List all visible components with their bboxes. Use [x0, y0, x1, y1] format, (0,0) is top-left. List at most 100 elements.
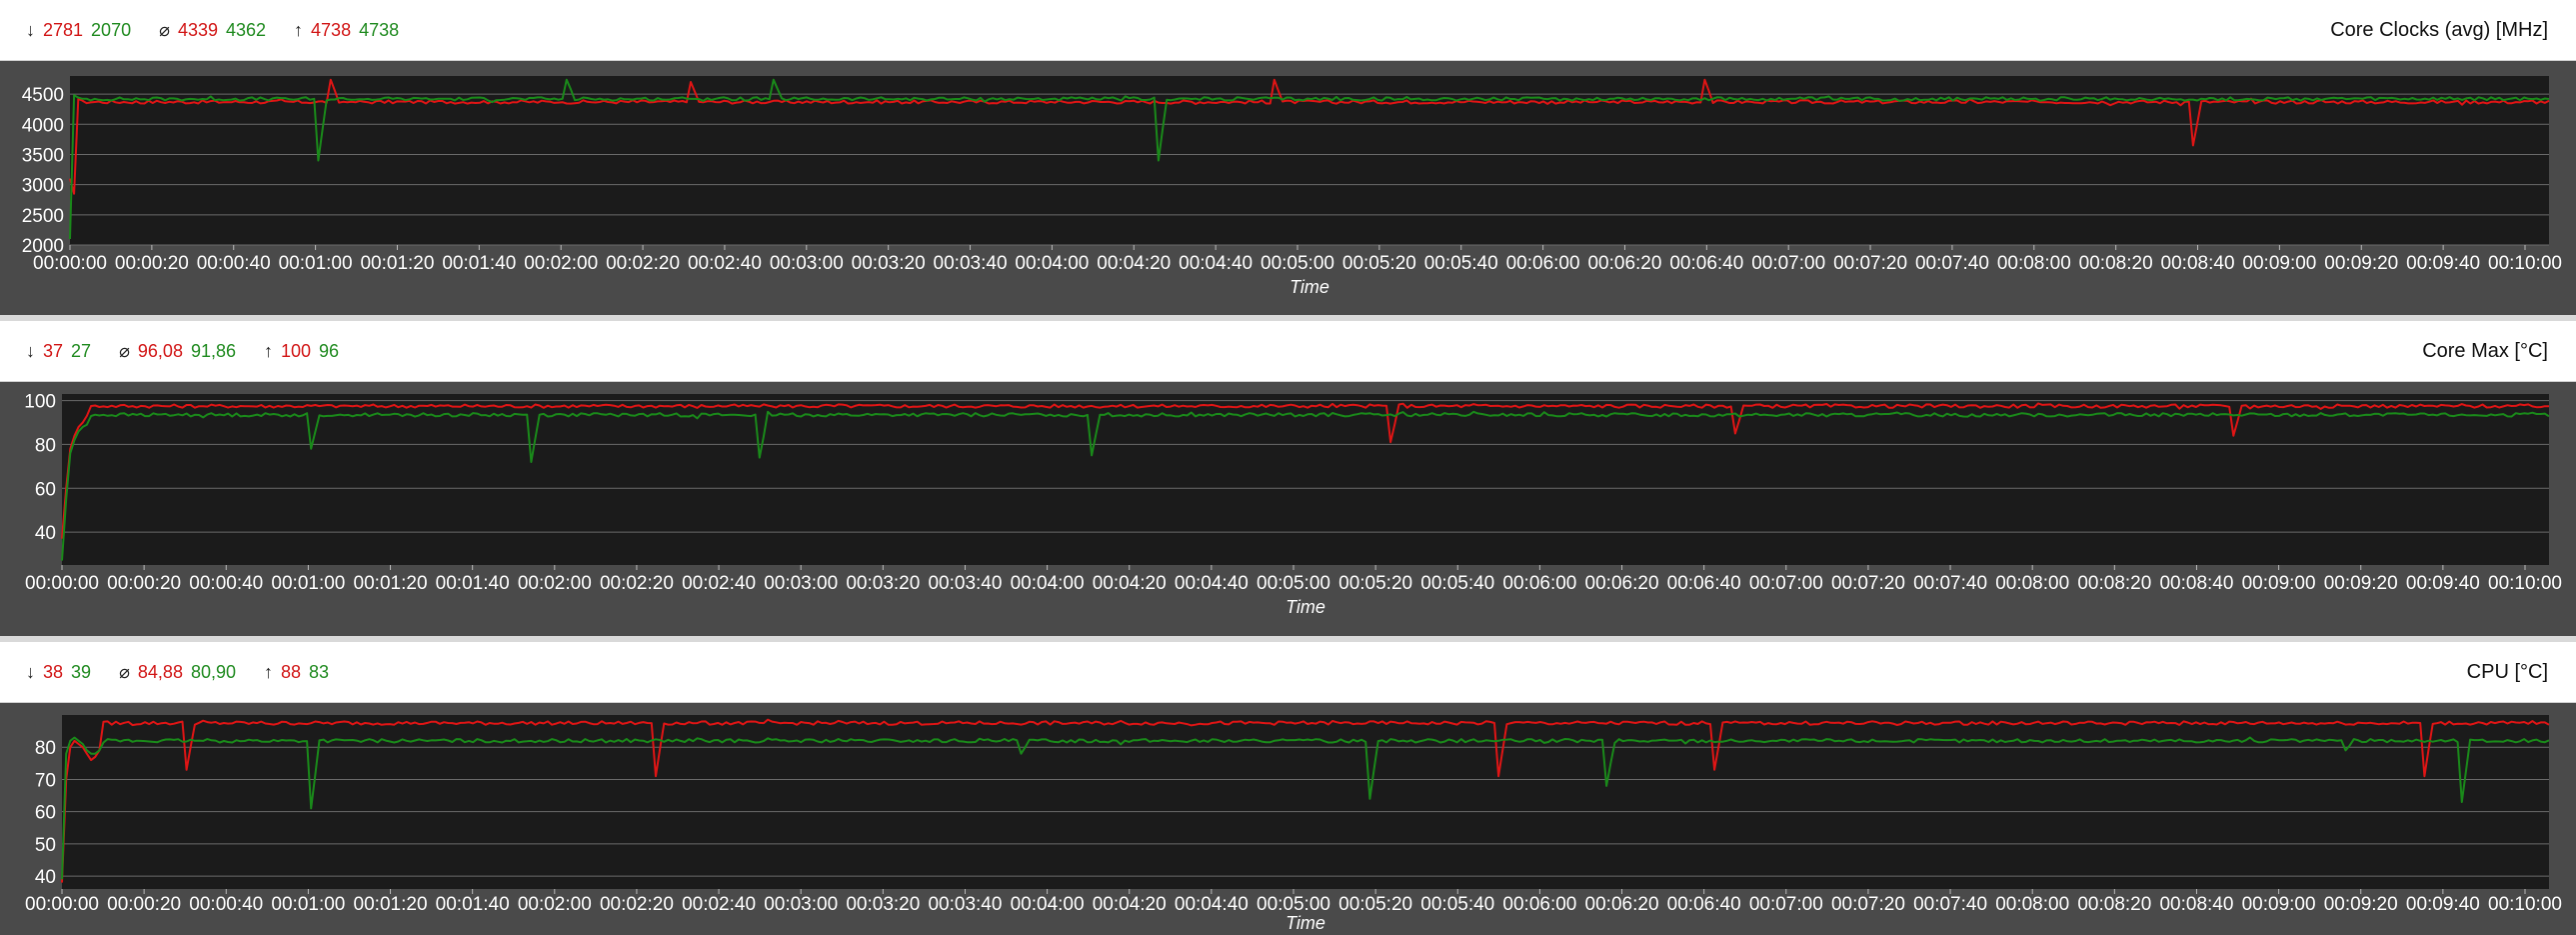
plot-area	[62, 394, 2549, 565]
chart-svg: 40 60 80 100 00:00:00 00:00:20 00:00:40 00:01:0…	[24, 392, 2562, 617]
x-tick-label: 00:02:40	[682, 894, 756, 915]
x-tick-label: 00:00:40	[189, 894, 263, 915]
stat-min-green: 2070	[91, 19, 132, 40]
x-tick-label: 00:06:00	[1506, 253, 1580, 274]
x-tick-label: 00:09:40	[2406, 573, 2480, 594]
x-tick-label: 00:04:20	[1093, 573, 1167, 594]
chart-body: 2000 2500 3000 3500 4000 4500 00:00:00 00:00:20…	[0, 61, 2576, 315]
x-axis-label: Time	[1289, 277, 1329, 297]
x-tick-label: 00:00:20	[115, 253, 189, 274]
stat-max-green: 96	[319, 340, 340, 361]
x-tick-label: 00:03:20	[846, 894, 920, 915]
x-tick-label: 00:01:00	[271, 894, 345, 915]
up-arrow-icon: ↑	[264, 340, 273, 361]
x-tick-label: 00:09:00	[2242, 253, 2316, 274]
panel-header: ↓ 38 39 ⌀ 84,88 80,90 ↑ 88 83 CPU [°C]	[0, 642, 2576, 703]
x-tick-label: 00:00:00	[25, 573, 99, 594]
x-tick-label: 00:01:40	[436, 573, 510, 594]
x-tick-label: 00:07:40	[1915, 253, 1989, 274]
x-tick-label: 00:07:40	[1913, 894, 1987, 915]
x-axis-label: Time	[1286, 597, 1325, 617]
stat-avg-green: 4362	[225, 19, 267, 40]
y-tick-label: 70	[35, 770, 56, 791]
stats-bar: ↓ 2781 2070 ⌀ 4339 4362 ↑ 4738 4738	[26, 0, 399, 60]
x-tick-label: 00:05:00	[1257, 894, 1330, 915]
average-icon: ⌀	[119, 661, 130, 682]
stat-min: ↓ 37 27	[26, 341, 91, 362]
x-tick-label: 00:04:40	[1175, 573, 1249, 594]
y-tick-label: 60	[35, 803, 56, 824]
stat-avg-red: 96,08	[137, 340, 183, 361]
x-tick-label: 00:09:40	[2406, 253, 2480, 274]
down-arrow-icon: ↓	[26, 340, 35, 361]
x-tick-label: 00:04:00	[1015, 253, 1089, 274]
x-tick-label: 00:02:40	[688, 253, 762, 274]
y-tick-label: 2500	[22, 206, 64, 227]
stat-max-red: 88	[281, 661, 302, 682]
x-tick-label: 00:05:20	[1342, 253, 1416, 274]
stat-avg-red: 4339	[177, 19, 218, 40]
x-tick-label: 00:01:20	[354, 894, 428, 915]
x-tick-label: 00:02:40	[682, 573, 756, 594]
x-tick-label: 00:07:00	[1751, 253, 1825, 274]
x-tick-label: 00:00:40	[189, 573, 263, 594]
x-tick-label: 00:01:40	[436, 894, 510, 915]
stat-avg: ⌀ 84,88 80,90	[119, 662, 236, 683]
x-axis-label: Time	[1286, 913, 1325, 933]
panel-core-max: ↓ 37 27 ⌀ 96,08 91,86 ↑ 100 96 Core Max …	[0, 321, 2576, 636]
x-tick-label: 00:06:40	[1669, 253, 1743, 274]
x-tick-label: 00:07:00	[1749, 894, 1823, 915]
x-tick-label: 00:01:00	[271, 573, 345, 594]
x-tick-label: 00:09:00	[2242, 894, 2316, 915]
stat-avg-green: 80,90	[190, 661, 236, 682]
x-tick-label: 00:08:20	[2077, 573, 2151, 594]
x-tick-label: 00:05:40	[1420, 573, 1494, 594]
x-tick-label: 00:05:00	[1261, 253, 1334, 274]
panel-header: ↓ 2781 2070 ⌀ 4339 4362 ↑ 4738 4738 Core…	[0, 0, 2576, 61]
y-tick-label: 50	[35, 835, 56, 856]
x-tick-label: 00:02:00	[518, 894, 592, 915]
x-tick-label: 00:07:20	[1831, 573, 1905, 594]
x-tick-label: 00:06:00	[1502, 573, 1576, 594]
x-tick-label: 00:08:00	[1997, 253, 2071, 274]
x-tick-label: 00:03:00	[770, 253, 844, 274]
x-tick-label: 00:10:00	[2488, 573, 2562, 594]
stat-max-red: 4738	[311, 19, 352, 40]
x-tick-label: 00:05:00	[1257, 573, 1330, 594]
stat-avg-red: 84,88	[137, 661, 183, 682]
y-tick-label: 80	[35, 738, 56, 759]
panel-core-clocks: ↓ 2781 2070 ⌀ 4339 4362 ↑ 4738 4738 Core…	[0, 0, 2576, 315]
chart-svg: 20002500300035004000450000:00:00 00:00:20…	[22, 76, 2562, 297]
x-tick-label: 00:08:40	[2159, 894, 2233, 915]
down-arrow-icon: ↓	[26, 661, 35, 682]
stat-min-red: 38	[43, 661, 64, 682]
x-tick-label: 00:00:00	[33, 253, 107, 274]
x-tick-label: 00:03:20	[846, 573, 920, 594]
x-tick-label: 00:05:20	[1338, 894, 1412, 915]
stat-min-green: 27	[71, 340, 92, 361]
x-tick-label: 00:04:00	[1011, 573, 1085, 594]
x-tick-label: 00:08:00	[1995, 573, 2069, 594]
x-tick-label: 00:05:40	[1420, 894, 1494, 915]
x-tick-label: 00:08:00	[1995, 894, 2069, 915]
y-tick-label: 40	[35, 523, 56, 544]
stats-bar: ↓ 38 39 ⌀ 84,88 80,90 ↑ 88 83	[26, 642, 329, 702]
x-tick-label: 00:01:20	[354, 573, 428, 594]
x-tick-label: 00:09:00	[2242, 573, 2316, 594]
x-tick-label: 00:01:00	[279, 253, 353, 274]
x-tick-label: 00:00:20	[107, 573, 181, 594]
chart-title: Core Clocks (avg) [MHz]	[2330, 18, 2548, 41]
stat-min-red: 2781	[43, 19, 84, 40]
up-arrow-icon: ↑	[264, 661, 273, 682]
stat-max: ↑ 88 83	[264, 662, 329, 683]
x-tick-label: 00:07:40	[1913, 573, 1987, 594]
stat-min-green: 39	[71, 661, 92, 682]
x-tick-label: 00:06:20	[1585, 573, 1659, 594]
y-tick-label: 4000	[22, 115, 64, 136]
down-arrow-icon: ↓	[26, 19, 35, 40]
x-tick-label: 00:07:20	[1833, 253, 1907, 274]
x-tick-label: 00:02:20	[600, 573, 674, 594]
x-tick-label: 00:03:40	[934, 253, 1008, 274]
x-tick-label: 00:06:00	[1502, 894, 1576, 915]
x-tick-label: 00:03:00	[764, 573, 838, 594]
